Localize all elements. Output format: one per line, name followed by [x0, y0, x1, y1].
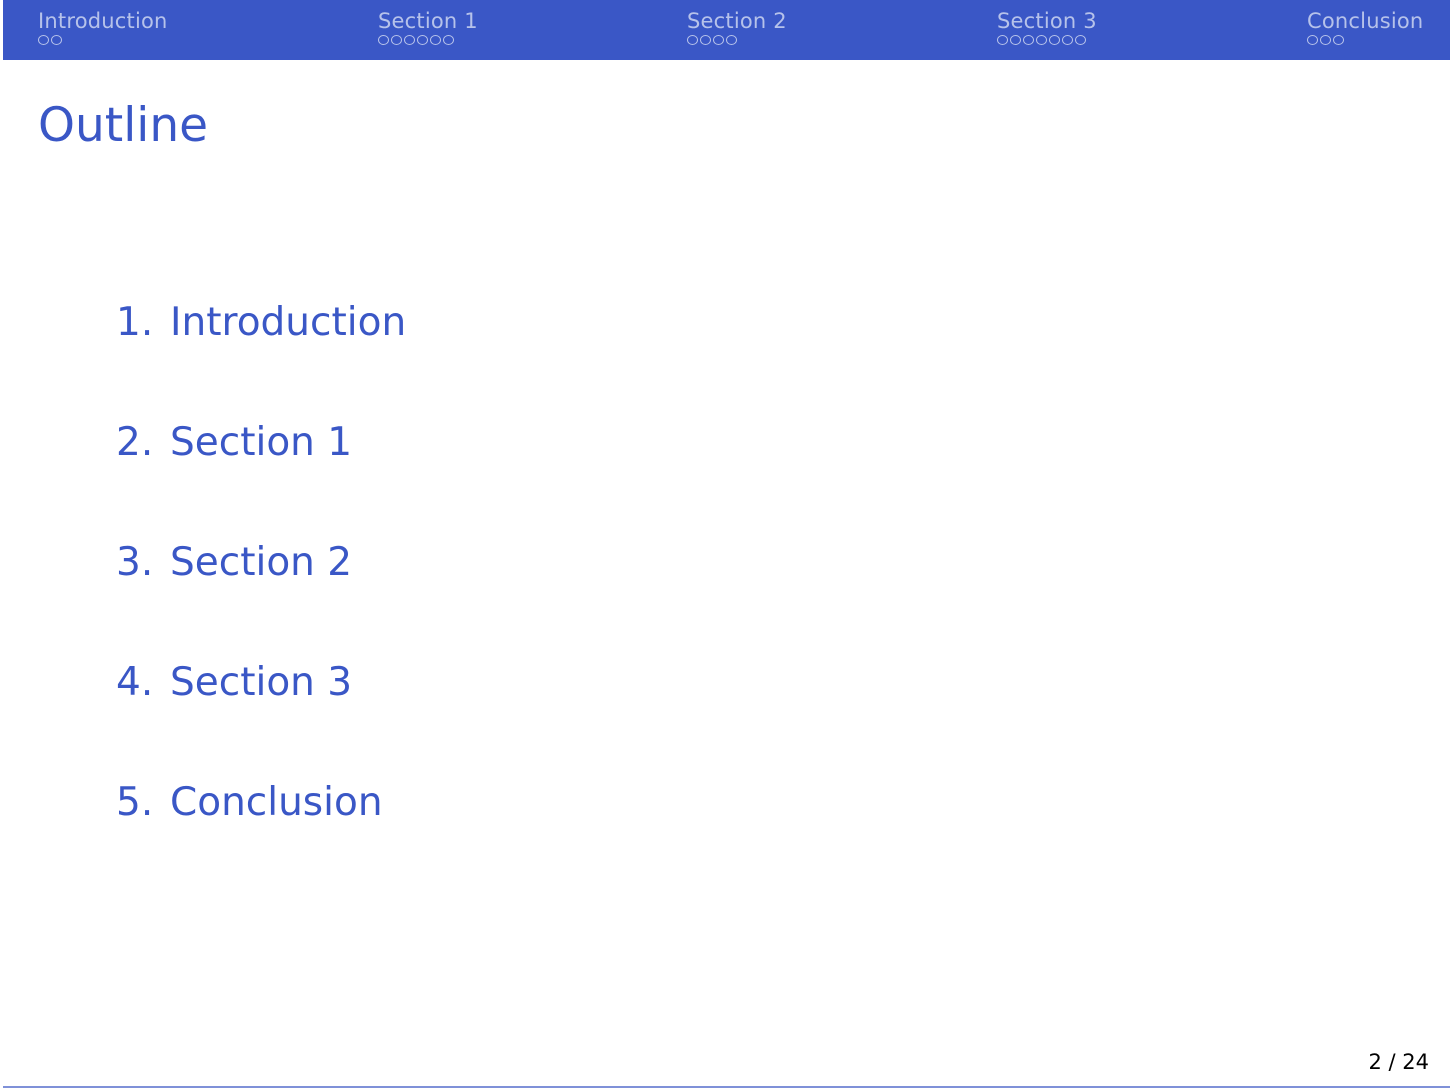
nav-section-title: Introduction	[38, 9, 168, 33]
frame-dot-icon[interactable]	[51, 35, 62, 45]
toc-item-label: Introduction	[170, 300, 407, 345]
nav-section-dots	[997, 35, 1097, 45]
toc-item-number: 2.	[116, 420, 154, 465]
frame-title: Outline	[38, 98, 209, 153]
frame-dot-icon[interactable]	[1010, 35, 1021, 45]
toc-item-number: 3.	[116, 540, 154, 585]
nav-section-introduction[interactable]: Introduction	[38, 9, 168, 57]
toc-item-number: 1.	[116, 300, 154, 345]
frame-dot-icon[interactable]	[378, 35, 389, 45]
frame-dot-icon[interactable]	[417, 35, 428, 45]
toc-item-label: Section 1	[170, 420, 353, 465]
nav-section-dots	[1307, 35, 1423, 45]
nav-section-section-1[interactable]: Section 1	[378, 9, 478, 57]
nav-section-dots	[378, 35, 478, 45]
frame-dot-icon[interactable]	[1023, 35, 1034, 45]
page-number: 2 / 24	[1368, 1050, 1429, 1074]
frame-dot-icon[interactable]	[404, 35, 415, 45]
frame-dot-icon[interactable]	[443, 35, 454, 45]
toc-item-section-2[interactable]: 3. Section 2	[116, 539, 406, 659]
nav-section-dots	[687, 35, 787, 45]
footer-divider	[3, 1086, 1450, 1088]
section-navigation-bar: Introduction Section 1 Section 2 Section…	[3, 0, 1450, 60]
slide: Introduction Section 1 Section 2 Section…	[0, 0, 1450, 1090]
frame-dot-icon[interactable]	[1307, 35, 1318, 45]
frame-dot-icon[interactable]	[38, 35, 49, 45]
nav-section-title: Section 2	[687, 9, 787, 33]
frame-dot-icon[interactable]	[1036, 35, 1047, 45]
frame-dot-icon[interactable]	[700, 35, 711, 45]
nav-section-dots	[38, 35, 168, 45]
toc-item-introduction[interactable]: 1. Introduction	[116, 299, 406, 419]
nav-section-title: Conclusion	[1307, 9, 1424, 33]
frame-dot-icon[interactable]	[997, 35, 1008, 45]
nav-section-title: Section 1	[378, 9, 478, 33]
frame-dot-icon[interactable]	[726, 35, 737, 45]
toc-item-section-1[interactable]: 2. Section 1	[116, 419, 406, 539]
frame-dot-icon[interactable]	[1049, 35, 1060, 45]
toc-item-label: Conclusion	[170, 780, 383, 825]
frame-dot-icon[interactable]	[1062, 35, 1073, 45]
toc-item-section-3[interactable]: 4. Section 3	[116, 659, 406, 779]
frame-dot-icon[interactable]	[430, 35, 441, 45]
frame-dot-icon[interactable]	[391, 35, 402, 45]
frame-dot-icon[interactable]	[1320, 35, 1331, 45]
toc-item-number: 5.	[116, 780, 154, 825]
nav-section-section-3[interactable]: Section 3	[997, 9, 1097, 57]
toc-item-number: 4.	[116, 660, 154, 705]
frame-dot-icon[interactable]	[687, 35, 698, 45]
nav-section-section-2[interactable]: Section 2	[687, 9, 787, 57]
frame-dot-icon[interactable]	[1333, 35, 1344, 45]
toc-item-label: Section 3	[170, 660, 353, 705]
nav-section-conclusion[interactable]: Conclusion	[1307, 9, 1423, 57]
frame-dot-icon[interactable]	[1075, 35, 1086, 45]
frame-dot-icon[interactable]	[713, 35, 724, 45]
toc-item-conclusion[interactable]: 5. Conclusion	[116, 779, 406, 899]
toc-item-label: Section 2	[170, 540, 353, 585]
table-of-contents: 1. Introduction 2. Section 1 3. Section 2 4…	[116, 299, 406, 899]
nav-section-title: Section 3	[997, 9, 1097, 33]
